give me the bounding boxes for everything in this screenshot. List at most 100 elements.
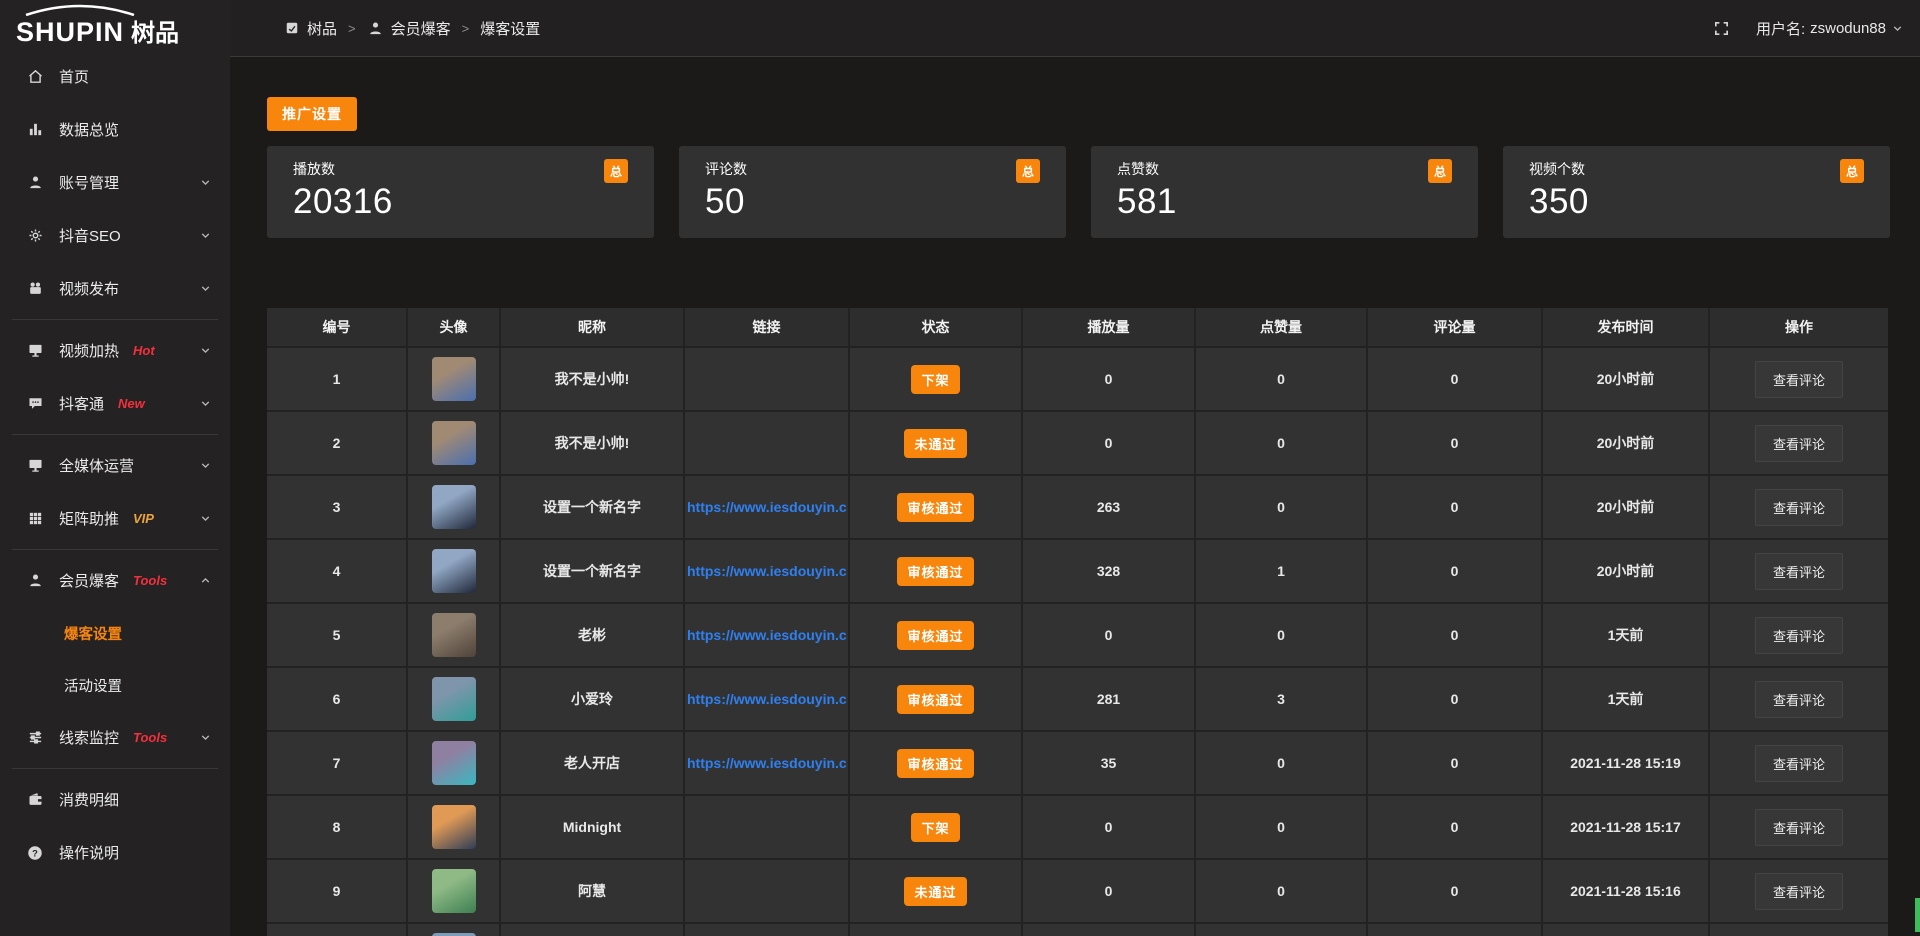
likes-cell: 3 <box>1196 668 1366 730</box>
publish-time-cell: 20小时前 <box>1543 412 1708 474</box>
action-cell: 查看评论 <box>1710 860 1888 922</box>
sidebar-item-video-heat[interactable]: 视频加热Hot <box>0 324 230 377</box>
chevron-down-icon <box>199 512 212 525</box>
publish-time-cell: 2021-11-28 15:16 <box>1543 860 1708 922</box>
breadcrumb-label: 爆客设置 <box>480 18 540 39</box>
sidebar-item-tag: New <box>118 396 145 411</box>
logo[interactable]: SHUPIN 树品 <box>0 0 230 50</box>
status-badge: 未通过 <box>904 429 966 458</box>
view-comments-button[interactable]: 查看评论 <box>1755 681 1843 718</box>
sidebar-item-operation-guide[interactable]: ?操作说明 <box>0 826 230 879</box>
view-comments-button[interactable]: 查看评论 <box>1755 553 1843 590</box>
sidebar-item-data-overview[interactable]: 数据总览 <box>0 103 230 156</box>
table-cell <box>850 924 1021 936</box>
stats-row: 播放数20316总评论数50总点赞数581总视频个数350总 <box>267 146 1890 238</box>
sidebar-item-label: 抖客通 <box>59 393 104 414</box>
sidebar-item-tag: Tools <box>133 730 167 745</box>
sidebar-item-member-baoke[interactable]: 会员爆客Tools <box>0 554 230 607</box>
chevron-down-icon <box>199 229 212 242</box>
sidebar-subitem-active[interactable]: 爆客设置 <box>0 607 230 659</box>
fullscreen-icon[interactable] <box>1713 20 1730 37</box>
status-cell: 未通过 <box>850 860 1021 922</box>
stat-card-3: 视频个数350总 <box>1503 146 1890 238</box>
promote-settings-button[interactable]: 推广设置 <box>267 97 357 131</box>
avatar-cell <box>408 476 499 538</box>
view-comments-button[interactable]: 查看评论 <box>1755 489 1843 526</box>
column-header: 昵称 <box>501 308 683 346</box>
action-cell: 查看评论 <box>1710 476 1888 538</box>
link-cell: https://www.iesdouyin.c <box>685 732 848 794</box>
stat-card-0: 播放数20316总 <box>267 146 654 238</box>
column-header: 头像 <box>408 308 499 346</box>
table-cell <box>1543 924 1708 936</box>
avatar-cell <box>408 348 499 410</box>
view-comments-button[interactable]: 查看评论 <box>1755 745 1843 782</box>
row-number-cell: 1 <box>267 348 406 410</box>
table-cell <box>1368 924 1541 936</box>
view-comments-button[interactable]: 查看评论 <box>1755 361 1843 398</box>
breadcrumb-item[interactable]: 会员爆客 <box>367 18 451 39</box>
table-cell <box>1710 924 1888 936</box>
table-cell <box>267 924 406 936</box>
plays-cell: 281 <box>1023 668 1194 730</box>
sidebar-item-media-operation[interactable]: 全媒体运营 <box>0 439 230 492</box>
video-link[interactable]: https://www.iesdouyin.c <box>685 755 848 771</box>
status-badge: 下架 <box>911 813 959 842</box>
stat-label: 视频个数 <box>1529 159 1864 179</box>
sidebar-item-matrix-boost[interactable]: 矩阵助推VIP <box>0 492 230 545</box>
video-link[interactable]: https://www.iesdouyin.c <box>685 691 848 707</box>
column-header: 评论量 <box>1368 308 1541 346</box>
sidebar-item-video-publish[interactable]: 视频发布 <box>0 262 230 315</box>
publish-time-cell: 20小时前 <box>1543 540 1708 602</box>
plays-cell: 0 <box>1023 796 1194 858</box>
nickname-cell: 小爱玲 <box>501 668 683 730</box>
view-comments-button[interactable]: 查看评论 <box>1755 617 1843 654</box>
sidebar-item-label: 消费明细 <box>59 789 119 810</box>
wallet-icon <box>26 791 44 808</box>
action-cell: 查看评论 <box>1710 348 1888 410</box>
avatar <box>432 677 476 721</box>
avatar <box>432 421 476 465</box>
nickname-cell: 老彬 <box>501 604 683 666</box>
sidebar-item-consumption-detail[interactable]: 消费明细 <box>0 773 230 826</box>
avatar-cell <box>408 732 499 794</box>
avatar <box>432 485 476 529</box>
breadcrumb-separator: > <box>462 21 470 36</box>
nickname-cell: 我不是小帅! <box>501 348 683 410</box>
stat-label: 播放数 <box>293 159 628 179</box>
comments-cell: 0 <box>1368 476 1541 538</box>
sidebar-item-douketong[interactable]: 抖客通 New <box>0 377 230 430</box>
video-link[interactable]: https://www.iesdouyin.c <box>685 499 848 515</box>
status-cell: 未通过 <box>850 412 1021 474</box>
status-badge: 审核通过 <box>897 749 973 778</box>
scrollbar-thumb[interactable] <box>1915 898 1920 932</box>
chevron-down-icon <box>1891 22 1904 35</box>
nickname-cell: 设置一个新名字 <box>501 540 683 602</box>
action-cell: 查看评论 <box>1710 732 1888 794</box>
publish-time-cell: 1天前 <box>1543 604 1708 666</box>
breadcrumb-item[interactable]: 树品 <box>283 18 337 39</box>
sidebar-item-clue-monitor[interactable]: 线索监控Tools <box>0 711 230 764</box>
avatar <box>432 805 476 849</box>
sidebar-subitem-1[interactable]: 活动设置 <box>0 659 230 711</box>
video-link[interactable]: https://www.iesdouyin.c <box>685 627 848 643</box>
stat-value: 581 <box>1117 182 1452 222</box>
sidebar-item-douyin-seo[interactable]: 抖音SEO <box>0 209 230 262</box>
svg-text:?: ? <box>32 848 38 858</box>
avatar <box>432 357 476 401</box>
avatar-cell <box>408 796 499 858</box>
video-link[interactable]: https://www.iesdouyin.c <box>685 563 848 579</box>
breadcrumb-separator: > <box>348 21 356 36</box>
likes-cell: 0 <box>1196 412 1366 474</box>
stat-value: 20316 <box>293 182 628 222</box>
sidebar-item-account-management[interactable]: 账号管理 <box>0 156 230 209</box>
chevron-up-icon <box>199 574 212 587</box>
comments-cell: 0 <box>1368 540 1541 602</box>
view-comments-button[interactable]: 查看评论 <box>1755 873 1843 910</box>
status-badge: 审核通过 <box>897 621 973 650</box>
user-menu[interactable]: 用户名: zswodun88 <box>1756 18 1904 39</box>
view-comments-button[interactable]: 查看评论 <box>1755 425 1843 462</box>
sidebar-item-home[interactable]: 首页 <box>0 50 230 103</box>
view-comments-button[interactable]: 查看评论 <box>1755 809 1843 846</box>
grid-icon <box>26 510 44 527</box>
